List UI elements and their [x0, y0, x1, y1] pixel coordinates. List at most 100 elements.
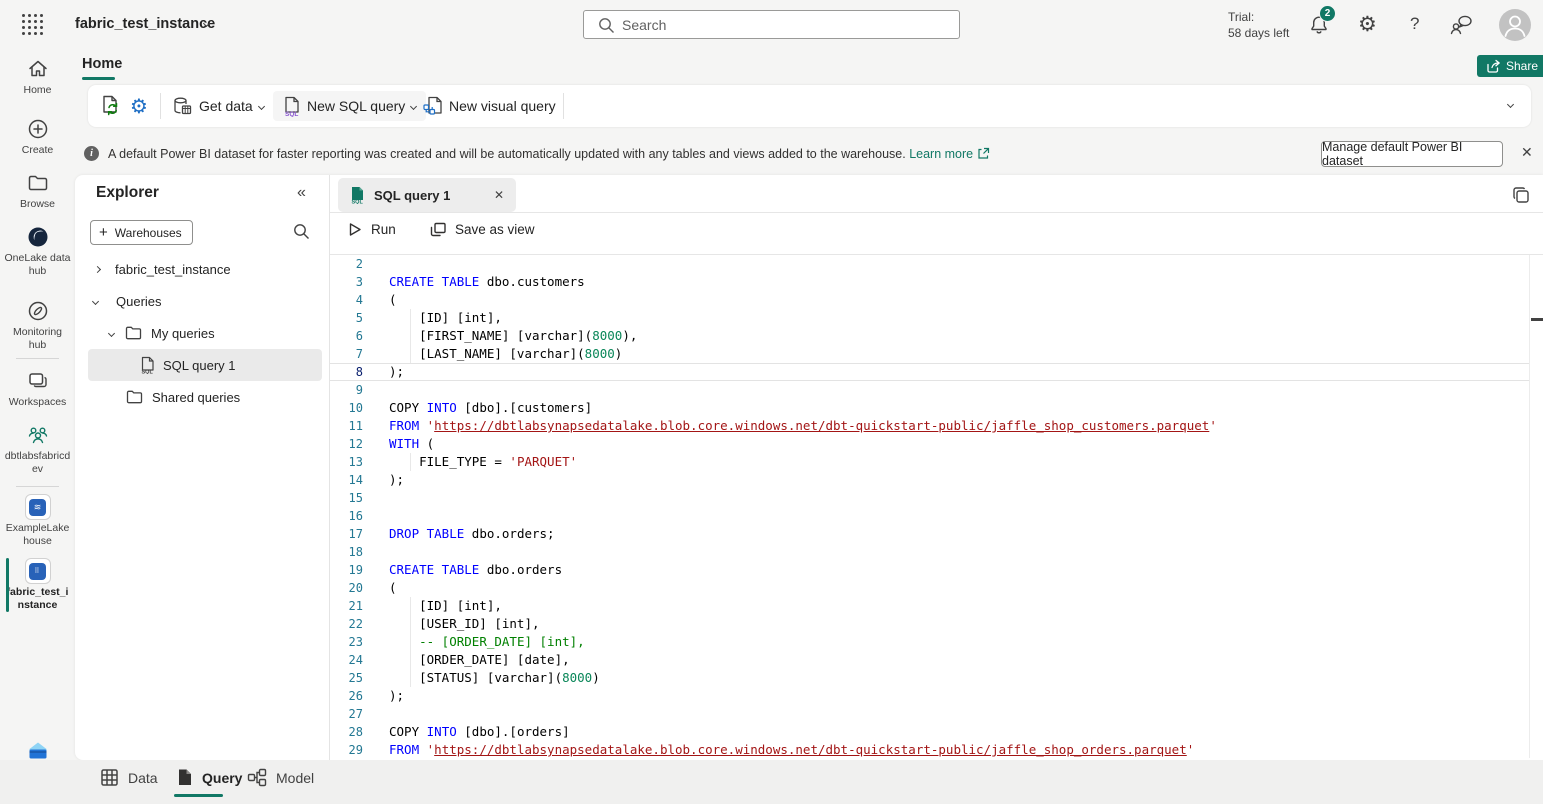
- sql-code-editor[interactable]: 23CREATE TABLE dbo.customers4(5 [ID] [in…: [330, 255, 1529, 758]
- nav-divider: [16, 358, 59, 359]
- code-line[interactable]: 8);: [330, 363, 1529, 381]
- code-line[interactable]: 16: [330, 507, 1529, 525]
- code-line[interactable]: 12WITH (: [330, 435, 1529, 453]
- learn-more-link[interactable]: Learn more: [909, 147, 973, 161]
- settings-gear-icon[interactable]: ⚙: [1358, 12, 1377, 37]
- code-line[interactable]: 5 [ID] [int],: [330, 309, 1529, 327]
- banner-close-icon[interactable]: ✕: [1521, 144, 1533, 161]
- run-label: Run: [371, 222, 396, 237]
- code-line[interactable]: 7 [LAST_NAME] [varchar](8000): [330, 345, 1529, 363]
- feedback-icon[interactable]: [1448, 13, 1474, 37]
- code-line[interactable]: 26);: [330, 687, 1529, 705]
- nav-divider: [16, 486, 59, 487]
- run-button[interactable]: Run: [346, 221, 396, 238]
- new-warehouse-button[interactable]: + Warehouses: [90, 220, 193, 245]
- new-visual-query-button[interactable]: New visual query: [423, 85, 556, 127]
- search-input[interactable]: [622, 11, 952, 38]
- share-button[interactable]: Share: [1477, 55, 1543, 77]
- code-line[interactable]: 29FROM 'https://dbtlabsynapsedatalake.bl…: [330, 741, 1529, 758]
- code-line[interactable]: 10COPY INTO [dbo].[customers]: [330, 399, 1529, 417]
- line-number: 5: [330, 309, 363, 327]
- code-line[interactable]: 17DROP TABLE dbo.orders;: [330, 525, 1529, 543]
- view-tab-model[interactable]: Model: [247, 768, 314, 787]
- view-tab-data[interactable]: Data: [100, 768, 158, 787]
- waffle-menu-icon[interactable]: [22, 14, 25, 17]
- nav-label: dbtlabsfabricdev: [5, 450, 71, 476]
- home-tab-underline: [82, 77, 115, 80]
- code-lines: 23CREATE TABLE dbo.customers4(5 [ID] [in…: [330, 255, 1529, 758]
- code-text: );: [389, 471, 404, 489]
- copy-icon[interactable]: [1511, 185, 1531, 205]
- sql-file-icon: SQL: [283, 96, 301, 117]
- nav-item-dbtlabsfabricdev[interactable]: dbtlabsfabricdev: [0, 422, 75, 476]
- workspace-name[interactable]: fabric_test_instance: [75, 16, 215, 32]
- line-number: 19: [330, 561, 363, 579]
- code-line[interactable]: 19CREATE TABLE dbo.orders: [330, 561, 1529, 579]
- new-sql-query-label: New SQL query: [307, 98, 405, 114]
- svg-text:SQL: SQL: [142, 370, 154, 375]
- tree-item-shared-queries[interactable]: Shared queries: [88, 381, 322, 413]
- code-line[interactable]: 6 [FIRST_NAME] [varchar](8000),: [330, 327, 1529, 345]
- code-line[interactable]: 4(: [330, 291, 1529, 309]
- tab-bar-border: [330, 212, 1543, 213]
- get-data-chevron-down-icon: [258, 102, 265, 109]
- sql-file-icon: SQL: [140, 356, 155, 374]
- manage-dataset-button[interactable]: Manage default Power BI dataset: [1321, 141, 1503, 167]
- code-line[interactable]: 21 [ID] [int],: [330, 597, 1529, 615]
- code-line[interactable]: 27: [330, 705, 1529, 723]
- code-line[interactable]: 9: [330, 381, 1529, 399]
- explorer-search-icon[interactable]: [293, 223, 310, 240]
- notification-count-badge: 2: [1319, 5, 1336, 22]
- code-text: FROM 'https://dbtlabsynapsedatalake.blob…: [389, 741, 1194, 758]
- code-text: (: [389, 579, 397, 597]
- tree-item-sql-query-1[interactable]: SQL SQL query 1: [88, 349, 322, 381]
- help-icon[interactable]: ?: [1410, 14, 1419, 34]
- save-as-view-button[interactable]: Save as view: [429, 221, 535, 238]
- code-text: COPY INTO [dbo].[orders]: [389, 723, 570, 741]
- code-line[interactable]: 18: [330, 543, 1529, 561]
- nav-item-onelake-data-hub[interactable]: OneLake data hub: [0, 224, 75, 278]
- code-line[interactable]: 15: [330, 489, 1529, 507]
- ribbon-tab-home[interactable]: Home: [82, 56, 122, 72]
- tab-close-icon[interactable]: ✕: [494, 188, 504, 202]
- explorer-collapse-icon[interactable]: «: [297, 184, 306, 202]
- get-data-button[interactable]: Get data: [172, 85, 264, 127]
- nav-item-fabric-test-instance[interactable]: ⠿ fabric_test_instance: [0, 558, 75, 612]
- nav-item-home[interactable]: Home: [0, 56, 75, 97]
- code-line[interactable]: 3CREATE TABLE dbo.customers: [330, 273, 1529, 291]
- new-sql-query-button[interactable]: SQL New SQL query: [273, 91, 426, 121]
- nav-item-monitoring-hub[interactable]: Monitoring hub: [0, 298, 75, 352]
- code-text: );: [389, 687, 404, 705]
- sql-file-icon: SQL: [350, 186, 365, 204]
- new-report-button[interactable]: [100, 85, 122, 127]
- nav-item-workspaces[interactable]: Workspaces: [0, 368, 75, 409]
- nav-item-examplelakehouse[interactable]: ≋ ExampleLakehouse: [0, 494, 75, 548]
- line-number: 24: [330, 651, 363, 669]
- nav-label: Home: [5, 84, 71, 97]
- code-line[interactable]: 28COPY INTO [dbo].[orders]: [330, 723, 1529, 741]
- code-line[interactable]: 14);: [330, 471, 1529, 489]
- tree-item-warehouse[interactable]: fabric_test_instance: [88, 253, 322, 285]
- view-tab-query[interactable]: Query: [176, 768, 242, 787]
- editor-scrollbar-track[interactable]: [1529, 255, 1530, 758]
- code-line[interactable]: 23 -- [ORDER_DATE] [int],: [330, 633, 1529, 651]
- code-text: [ORDER_DATE] [date],: [389, 651, 570, 669]
- query-settings-gear-icon[interactable]: ⚙: [130, 85, 148, 127]
- code-line[interactable]: 11FROM 'https://dbtlabsynapsedatalake.bl…: [330, 417, 1529, 435]
- code-line[interactable]: 20(: [330, 579, 1529, 597]
- ribbon-collapse-chevron-icon[interactable]: [1507, 101, 1514, 108]
- code-line[interactable]: 13 FILE_TYPE = 'PARQUET': [330, 453, 1529, 471]
- tree-item-my-queries[interactable]: My queries: [88, 317, 322, 349]
- code-line[interactable]: 24 [ORDER_DATE] [date],: [330, 651, 1529, 669]
- code-line[interactable]: 2: [330, 255, 1529, 273]
- nav-item-create[interactable]: Create: [0, 116, 75, 157]
- search-box[interactable]: [583, 10, 960, 39]
- user-avatar[interactable]: [1499, 9, 1531, 41]
- code-line[interactable]: 22 [USER_ID] [int],: [330, 615, 1529, 633]
- nav-item-browse[interactable]: Browse: [0, 170, 75, 211]
- new-visual-query-label: New visual query: [449, 98, 556, 114]
- line-number: 13: [330, 453, 363, 471]
- query-tab[interactable]: SQL SQL query 1 ✕: [338, 178, 516, 212]
- code-line[interactable]: 25 [STATUS] [varchar](8000): [330, 669, 1529, 687]
- tree-item-queries[interactable]: Queries: [88, 285, 322, 317]
